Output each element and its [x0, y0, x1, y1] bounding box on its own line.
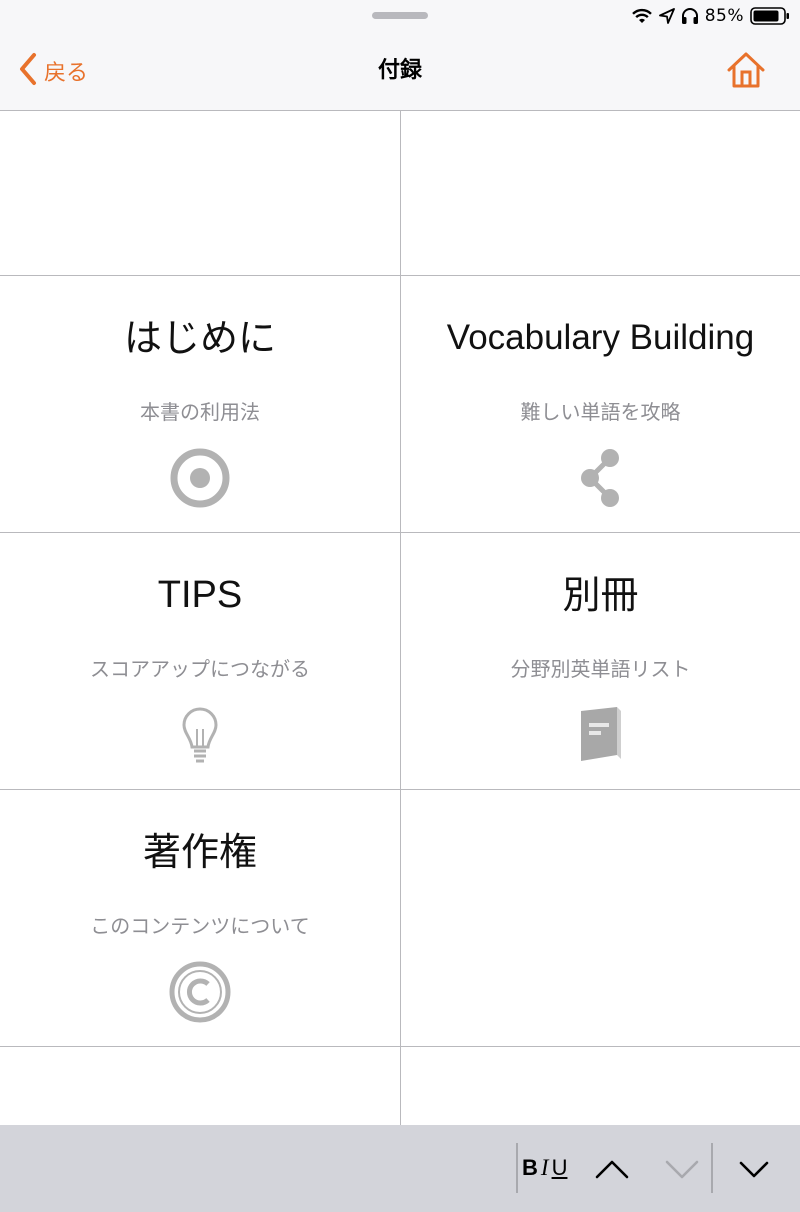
grid-cell-empty [0, 111, 400, 276]
chevron-up-icon [594, 1160, 630, 1191]
home-icon [726, 52, 766, 94]
text-format-button[interactable]: B I U [522, 1153, 567, 1183]
grabber-handle[interactable] [372, 12, 428, 19]
keyboard-accessory-toolbar: B I U [0, 1125, 800, 1212]
location-arrow-icon [658, 8, 675, 24]
wifi-icon [631, 7, 653, 25]
toolbar-divider [711, 1143, 713, 1193]
grid-item-title: 著作権 [142, 830, 257, 874]
chevron-down-icon [736, 1161, 772, 1191]
page-title: 付録 [377, 58, 422, 83]
grid-item-title: TIPS [157, 574, 243, 616]
italic-label: I [540, 1155, 549, 1180]
grid-item-title: 別冊 [562, 573, 639, 617]
dismiss-keyboard-button[interactable] [736, 1151, 772, 1187]
toolbar-divider [516, 1143, 518, 1193]
grid-item-supplement[interactable]: 別冊 分野別英単語リスト [400, 533, 800, 790]
grid-item-copyright[interactable]: 著作権 このコンテンツについて [0, 790, 400, 1047]
next-button[interactable] [664, 1151, 700, 1187]
grid-item-subtitle: 分野別英単語リスト [510, 657, 691, 681]
target-icon [168, 446, 232, 510]
previous-button[interactable] [594, 1151, 630, 1187]
grid-item-title: Vocabulary Building [446, 318, 755, 357]
lightbulb-icon [168, 703, 232, 767]
chevron-down-disabled-icon [664, 1160, 700, 1191]
grid-cell-empty [400, 790, 800, 1047]
grid-item-title: はじめに [123, 316, 276, 360]
headphones-icon [681, 7, 699, 25]
grid-cell-empty [400, 1047, 800, 1125]
grid-item-subtitle: スコアアップにつながる [90, 657, 310, 681]
copyright-icon [168, 960, 232, 1024]
navigation-bar: 戻る 付録 [0, 32, 800, 111]
status-bar: 85% [0, 0, 800, 32]
appendix-grid: はじめに 本書の利用法 Vocabulary Building 難しい単語を攻略… [0, 111, 800, 1125]
share-icon [569, 446, 633, 510]
grid-item-subtitle: このコンテンツについて [90, 914, 310, 938]
battery-percent: 85% [704, 6, 744, 26]
home-button[interactable] [726, 50, 766, 90]
battery-icon [750, 6, 790, 26]
grid-item-tips[interactable]: TIPS スコアアップにつながる [0, 533, 400, 790]
grid-item-introduction[interactable]: はじめに 本書の利用法 [0, 276, 400, 533]
book-icon [569, 703, 633, 767]
grid-item-subtitle: 難しい単語を攻略 [520, 400, 681, 424]
grid-cell-empty [400, 111, 800, 276]
grid-item-vocabulary-building[interactable]: Vocabulary Building 難しい単語を攻略 [400, 276, 800, 533]
grid-cell-empty [0, 1047, 400, 1125]
grid-item-subtitle: 本書の利用法 [140, 400, 260, 424]
bold-label: B [522, 1155, 538, 1180]
underline-label: U [551, 1155, 568, 1180]
status-icons: 85% [631, 4, 790, 28]
